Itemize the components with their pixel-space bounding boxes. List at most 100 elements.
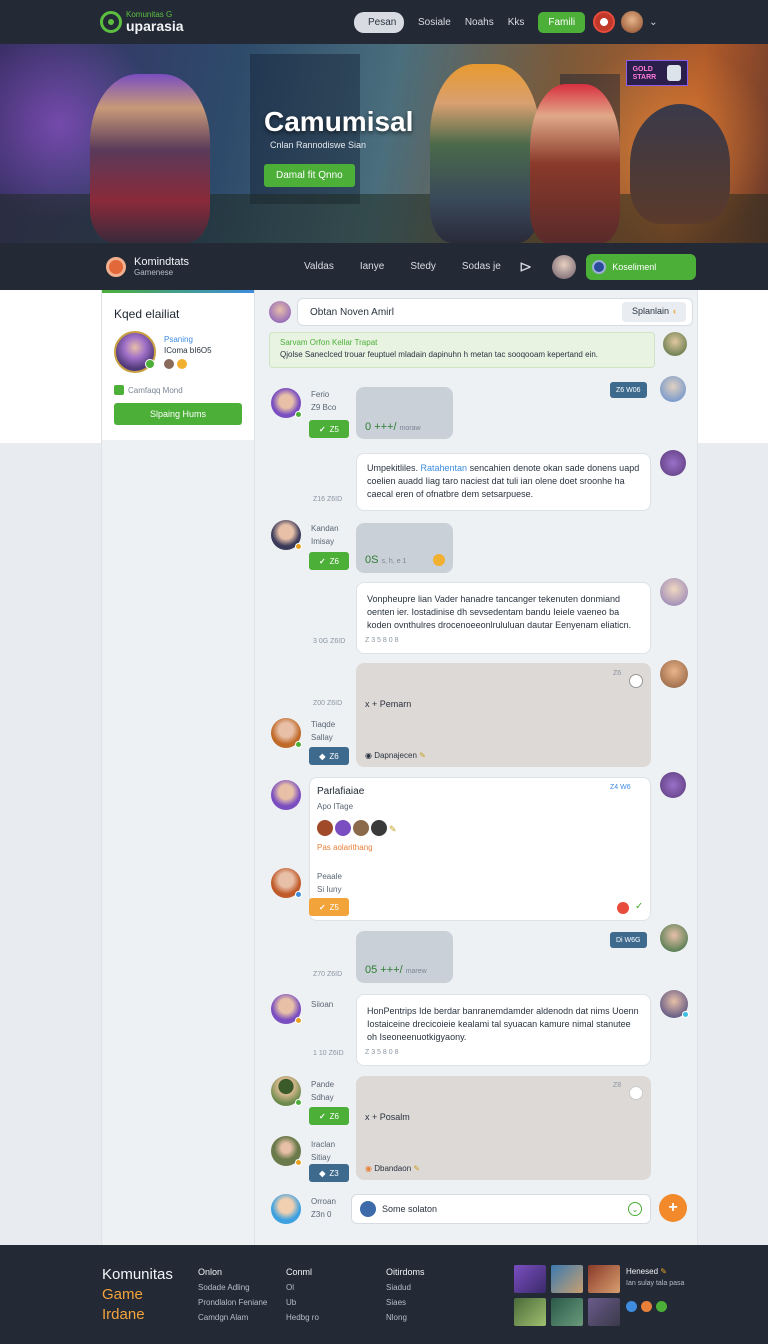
sort-button[interactable]: Splanlain ‹ (621, 302, 686, 322)
footer-link[interactable]: Camdgn Alam (198, 1310, 267, 1325)
emoji-icon (164, 359, 174, 369)
avatar[interactable] (660, 924, 688, 952)
profile-avatar[interactable] (114, 331, 156, 373)
mode-row[interactable]: Camfaqq Mond (114, 385, 242, 395)
community-name: Komindtats (134, 256, 190, 268)
crosshair-icon[interactable]: ⊳ (519, 257, 532, 277)
subnav-link-valdas[interactable]: Valdas (304, 261, 334, 272)
chat-search-input[interactable] (310, 306, 510, 318)
subnav-avatar[interactable] (552, 254, 577, 279)
message-input[interactable] (382, 1204, 622, 1214)
user-avatar[interactable] (621, 11, 644, 33)
message-bubble: Umpekitliles. Ratahentan sencahien denot… (356, 453, 651, 511)
level-chip: ◆ Z3 (309, 1164, 349, 1182)
subnav-link-stedy[interactable]: Stedy (410, 261, 436, 272)
footer-gallery (514, 1265, 620, 1326)
avatar[interactable] (271, 520, 302, 550)
gallery-thumbnail[interactable] (514, 1265, 546, 1293)
sidebar-action-button[interactable]: Slpaing Hums (114, 403, 242, 425)
nav-sosiale[interactable]: Sosiale (418, 17, 451, 28)
footer-link[interactable]: Sodade Adling (198, 1280, 267, 1295)
avatar[interactable] (663, 332, 687, 356)
footer-link[interactable]: Hedbg ro (286, 1310, 319, 1325)
avatar[interactable] (660, 772, 686, 798)
sort-label: Splanlain (631, 306, 669, 316)
avatar[interactable] (271, 868, 302, 898)
reaction-icon[interactable] (617, 902, 629, 914)
footer-link[interactable]: Ol (286, 1280, 319, 1295)
avatar[interactable] (371, 820, 387, 836)
community-logo-icon[interactable] (106, 256, 126, 277)
check-icon[interactable]: ⌄ (628, 1202, 642, 1216)
chevron-down-icon[interactable]: ⌄ (649, 17, 657, 28)
sidebar-title: Kqed elailiat (114, 307, 180, 321)
social-icon[interactable] (641, 1301, 652, 1312)
nav-noahs[interactable]: Noahs (465, 17, 494, 28)
message-bubble: Vonpheupre lian Vader hanadre tancanger … (356, 582, 651, 654)
nav-kks[interactable]: Kks (508, 17, 525, 28)
card-count: Z8 (613, 1082, 622, 1089)
card-time: Z4 W6 (610, 784, 631, 791)
subnav-link-sodas[interactable]: Sodas je (462, 261, 501, 272)
badge-line-1: GOLD (632, 65, 653, 73)
social-icon[interactable] (656, 1301, 667, 1312)
avatar[interactable] (271, 780, 301, 810)
message-bubble: HonPentrips Ide berdar banranemdamder al… (356, 994, 651, 1066)
add-button[interactable]: + (659, 1194, 687, 1222)
avatar[interactable] (353, 820, 369, 836)
chat-user-avatar[interactable] (269, 301, 291, 323)
card-avatar (629, 674, 643, 688)
hero-cta-button[interactable]: Damal fit Qnno (264, 164, 355, 187)
avatar[interactable] (271, 718, 302, 748)
nav-pesan[interactable]: Pesan (354, 11, 404, 33)
site-logo[interactable]: Komunitas G uparasia (100, 11, 340, 33)
timestamp: Z16 Z6ID (313, 496, 343, 503)
avatar[interactable] (660, 578, 688, 606)
card-avatar (629, 1086, 643, 1100)
footer: Komunitas Game Irdane Onlon Sodade Adlin… (0, 1245, 768, 1344)
chat-panel: Splanlain ‹ Sarvam Orfon Kellar Trapat Qj… (255, 290, 698, 1245)
avatar[interactable] (660, 660, 688, 688)
avatar[interactable] (317, 820, 333, 836)
message-author: Kandan Imisay (311, 524, 339, 546)
message-author: Peaale Si Iuny (317, 872, 342, 894)
notice-body: Qjolse Saneclced trouar feuptuel mladain… (280, 350, 598, 359)
footer-link[interactable]: Ub (286, 1295, 319, 1310)
avatar[interactable] (660, 376, 686, 402)
avatar[interactable] (335, 820, 351, 836)
avatar[interactable] (271, 994, 302, 1024)
message-composer[interactable]: ⌄ (351, 1194, 651, 1224)
message-author: Ferio Z9 Bco (311, 390, 337, 412)
gallery-thumbnail[interactable] (588, 1298, 620, 1326)
timestamp: Z70 Z6ID (313, 971, 343, 978)
footer-link[interactable]: Siaes (386, 1295, 425, 1310)
globe-icon (360, 1201, 376, 1217)
avatar[interactable] (271, 388, 302, 418)
subnav-cta-button[interactable]: Koselimenl (586, 253, 697, 280)
avatar[interactable] (660, 990, 689, 1018)
gallery-thumbnail[interactable] (551, 1298, 583, 1326)
badge-line-2: STARR (632, 73, 657, 81)
event-badge[interactable]: GOLD STARR (626, 60, 688, 86)
social-icon[interactable] (626, 1301, 637, 1312)
level-chip: ◆ Z6 (309, 747, 349, 765)
hero-title: Camumisal (264, 106, 414, 137)
gallery-thumbnail[interactable] (588, 1265, 620, 1293)
hero-creature (630, 104, 730, 224)
footer-link[interactable]: Siadud (386, 1280, 425, 1295)
avatar[interactable] (271, 1076, 302, 1106)
footer-link[interactable]: Prondlalon Feniane (198, 1295, 267, 1310)
footer-column-2: Conml Ol Ub Hedbg ro (286, 1265, 319, 1325)
chat-search-field[interactable]: Splanlain ‹ (297, 298, 693, 326)
notice-title: Sarvam Orfon Kellar Trapat (280, 338, 378, 347)
avatar[interactable] (271, 1136, 302, 1166)
footer-link[interactable]: Nlong (386, 1310, 425, 1325)
subnav-link-ianye[interactable]: Ianye (360, 261, 384, 272)
avatar[interactable] (660, 450, 686, 476)
notification-icon[interactable] (593, 11, 616, 33)
gallery-thumbnail[interactable] (551, 1265, 583, 1293)
community-sub: Gamenese (134, 268, 174, 277)
nav-cta-button[interactable]: Famili (538, 11, 586, 33)
avatar[interactable] (271, 1194, 301, 1224)
gallery-thumbnail[interactable] (514, 1298, 546, 1326)
